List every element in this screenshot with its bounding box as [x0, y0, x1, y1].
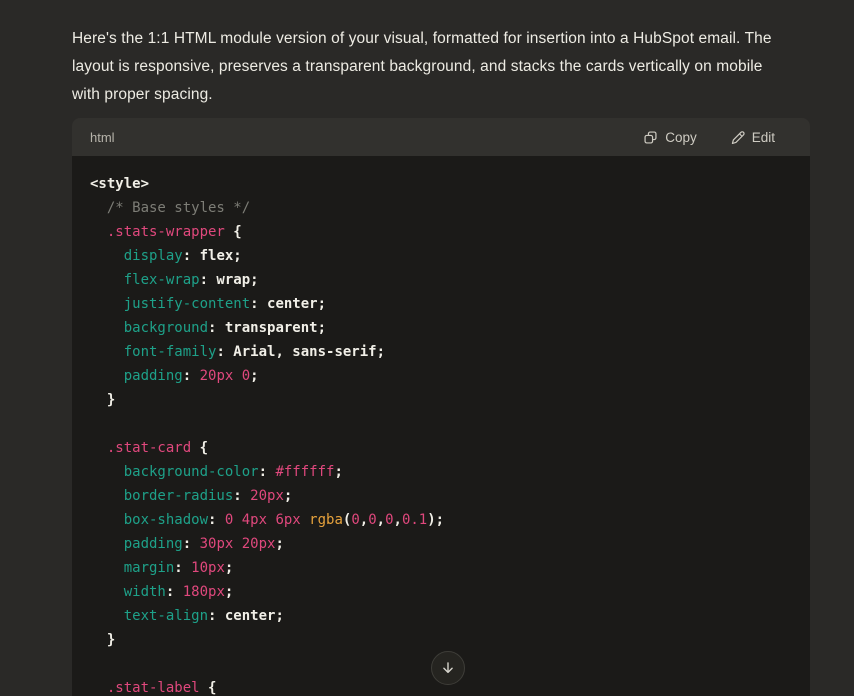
assistant-message: Here's the 1:1 HTML module version of yo…	[72, 25, 812, 109]
code-block: html Copy Edit	[72, 118, 810, 696]
code-line: .stats-wrapper {	[90, 220, 792, 244]
code-line: <style>	[90, 172, 792, 196]
code-line: background: transparent;	[90, 316, 792, 340]
code-line: }	[90, 628, 792, 652]
code-line: background-color: #ffffff;	[90, 460, 792, 484]
scroll-to-bottom-button[interactable]	[431, 651, 465, 685]
code-content: <style> /* Base styles */ .stats-wrapper…	[72, 156, 810, 696]
edit-button-label: Edit	[752, 130, 775, 145]
edit-icon	[730, 130, 745, 145]
code-line: margin: 10px;	[90, 556, 792, 580]
assistant-message-line: Here's the 1:1 HTML module version of yo…	[72, 25, 812, 53]
code-line	[90, 412, 792, 436]
code-line: padding: 20px 0;	[90, 364, 792, 388]
code-line: }	[90, 388, 792, 412]
arrow-down-icon	[440, 660, 456, 676]
code-line: justify-content: center;	[90, 292, 792, 316]
code-block-header: html Copy Edit	[72, 118, 810, 156]
code-line: font-family: Arial, sans-serif;	[90, 340, 792, 364]
code-line: display: flex;	[90, 244, 792, 268]
copy-button-label: Copy	[665, 130, 697, 145]
code-block-actions: Copy Edit	[643, 130, 775, 145]
copy-icon	[643, 130, 658, 145]
assistant-message-line: with proper spacing.	[72, 81, 812, 109]
code-line: text-align: center;	[90, 604, 792, 628]
code-line: width: 180px;	[90, 580, 792, 604]
copy-button[interactable]: Copy	[643, 130, 697, 145]
edit-button[interactable]: Edit	[730, 130, 775, 145]
code-line: padding: 30px 20px;	[90, 532, 792, 556]
code-line: .stat-card {	[90, 436, 792, 460]
code-line: flex-wrap: wrap;	[90, 268, 792, 292]
code-line: /* Base styles */	[90, 196, 792, 220]
code-language-label: html	[90, 130, 115, 145]
code-line: border-radius: 20px;	[90, 484, 792, 508]
assistant-message-line: layout is responsive, preserves a transp…	[72, 53, 812, 81]
code-line: box-shadow: 0 4px 6px rgba(0,0,0,0.1);	[90, 508, 792, 532]
